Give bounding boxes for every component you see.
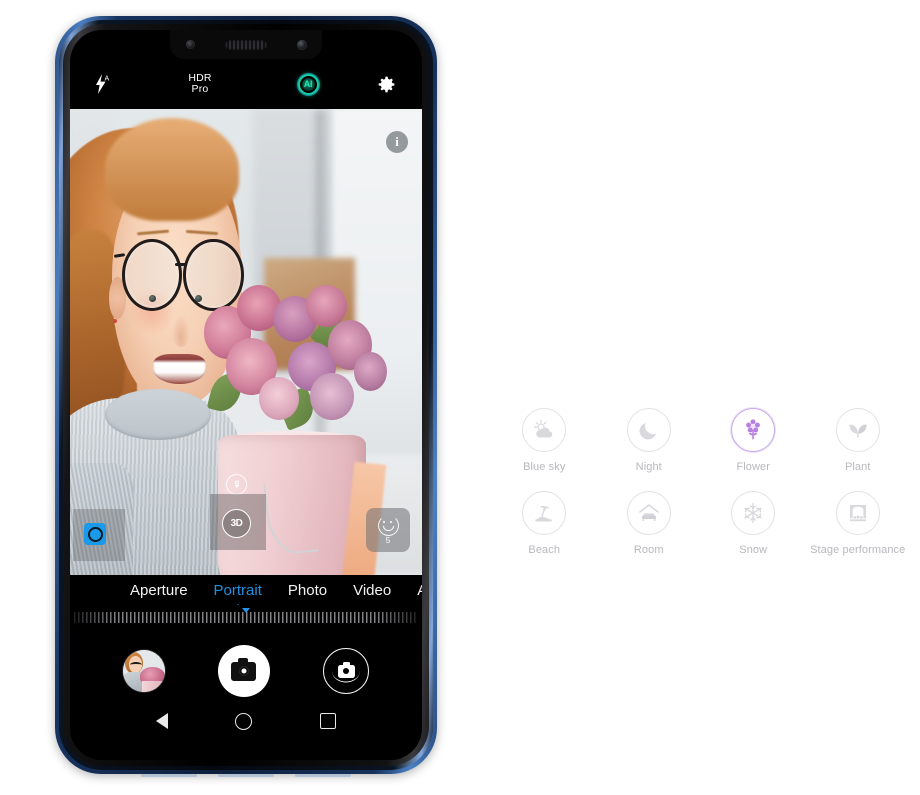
scene-label: Stage performance [810,544,906,556]
phone-device: A HDR Pro AI i 3D 5 Aperture Portrait Ph… [55,16,437,777]
earpiece-speaker-icon [224,39,267,50]
scene-label: Beach [528,544,561,556]
camera-flip-icon [337,661,355,678]
scene-item-beach[interactable]: Beach [492,491,597,556]
camera-settings-button[interactable] [350,74,422,95]
mode-aperture[interactable]: Aperture [130,582,188,599]
scene-circle [522,408,567,452]
camera-icon [231,657,257,681]
scene-recognition-grid: Blue sky Night Flower Plant Beach Room S… [492,408,910,556]
beauty-level-value: 5 [385,536,391,545]
scene-label: Night [635,461,662,473]
mode-video[interactable]: Video [353,582,391,599]
scene-circle [835,491,880,535]
moon-icon [639,423,656,440]
room-sofa-icon [639,504,659,521]
mode-active-caret-icon [233,603,242,605]
gallery-thumbnail-button[interactable] [122,650,165,692]
phone-screen: A HDR Pro AI i 3D 5 Aperture Portrait Ph… [70,30,422,760]
scene-circle [731,491,776,535]
three-d-button[interactable]: 3D [222,509,251,538]
scene-label: Flower [736,461,771,473]
bottom-speaker-slots [141,774,351,777]
scene-label: Plant [844,461,871,473]
scene-item-flower[interactable]: Flower [701,408,806,473]
beauty-level-button[interactable]: 5 [366,508,410,552]
scene-circle [731,408,776,452]
snowflake-icon [744,502,763,524]
stage-icon [849,505,866,522]
shutter-button[interactable] [217,645,270,697]
flower-scene-icon [233,480,240,488]
aperture-bokeh-icon [87,526,103,542]
scene-circle [522,491,567,535]
camera-top-bar: A HDR Pro AI [70,59,422,109]
proximity-sensor-icon [185,40,195,49]
ai-toggle-button[interactable]: AI [266,72,350,96]
aperture-bokeh-button[interactable] [84,523,106,545]
home-button[interactable] [235,712,253,730]
recents-button[interactable] [320,713,337,729]
hdr-pro-button[interactable]: HDR Pro [134,73,266,95]
mode-photo[interactable]: Photo [288,582,327,599]
hdr-label-line2: Pro [191,83,209,95]
ruler-marker-icon [242,608,250,613]
scene-circle [626,408,671,452]
back-button[interactable] [155,713,168,729]
scene-label: Blue sky [523,461,566,473]
flash-auto-icon: A [95,74,109,94]
scene-item-plant[interactable]: Plant [806,408,911,473]
mode-next-partial[interactable]: A [417,582,422,599]
scene-item-blue-sky[interactable]: Blue sky [492,408,597,473]
svg-text:A: A [104,76,109,83]
scene-item-stage-performance[interactable]: Stage performance [806,491,911,556]
beauty-face-icon [377,515,399,536]
leaf-icon [849,424,867,438]
ruler-ticks [74,612,418,623]
scene-circle [835,408,880,452]
ai-badge-icon: AI [296,72,320,96]
mode-ruler-slider[interactable] [70,608,422,624]
info-button[interactable]: i [386,131,408,153]
camera-viewfinder[interactable]: i 3D 5 [70,109,422,575]
flower-icon [746,419,761,440]
mode-portrait[interactable]: Portrait [213,581,262,605]
front-camera-icon [296,39,307,50]
scene-item-night[interactable]: Night [597,408,702,473]
beach-icon [535,505,552,522]
ai-label: AI [303,79,313,89]
camera-mode-bar[interactable]: Aperture Portrait Photo Video A [70,575,422,605]
display-notch [170,30,322,59]
switch-camera-button[interactable] [323,648,370,694]
mode-portrait-label: Portrait [213,581,262,599]
scene-label: Snow [739,544,768,556]
scene-item-room[interactable]: Room [597,491,702,556]
gear-icon [378,76,394,92]
scene-circle [626,491,671,535]
flash-auto-button[interactable]: A [70,74,134,94]
blue-sky-icon [534,419,553,438]
camera-controls [70,624,422,760]
scene-label: Room [633,544,664,556]
android-navigation-bar [70,704,422,738]
scene-detected-badge [226,474,247,495]
scene-item-snow[interactable]: Snow [701,491,806,556]
